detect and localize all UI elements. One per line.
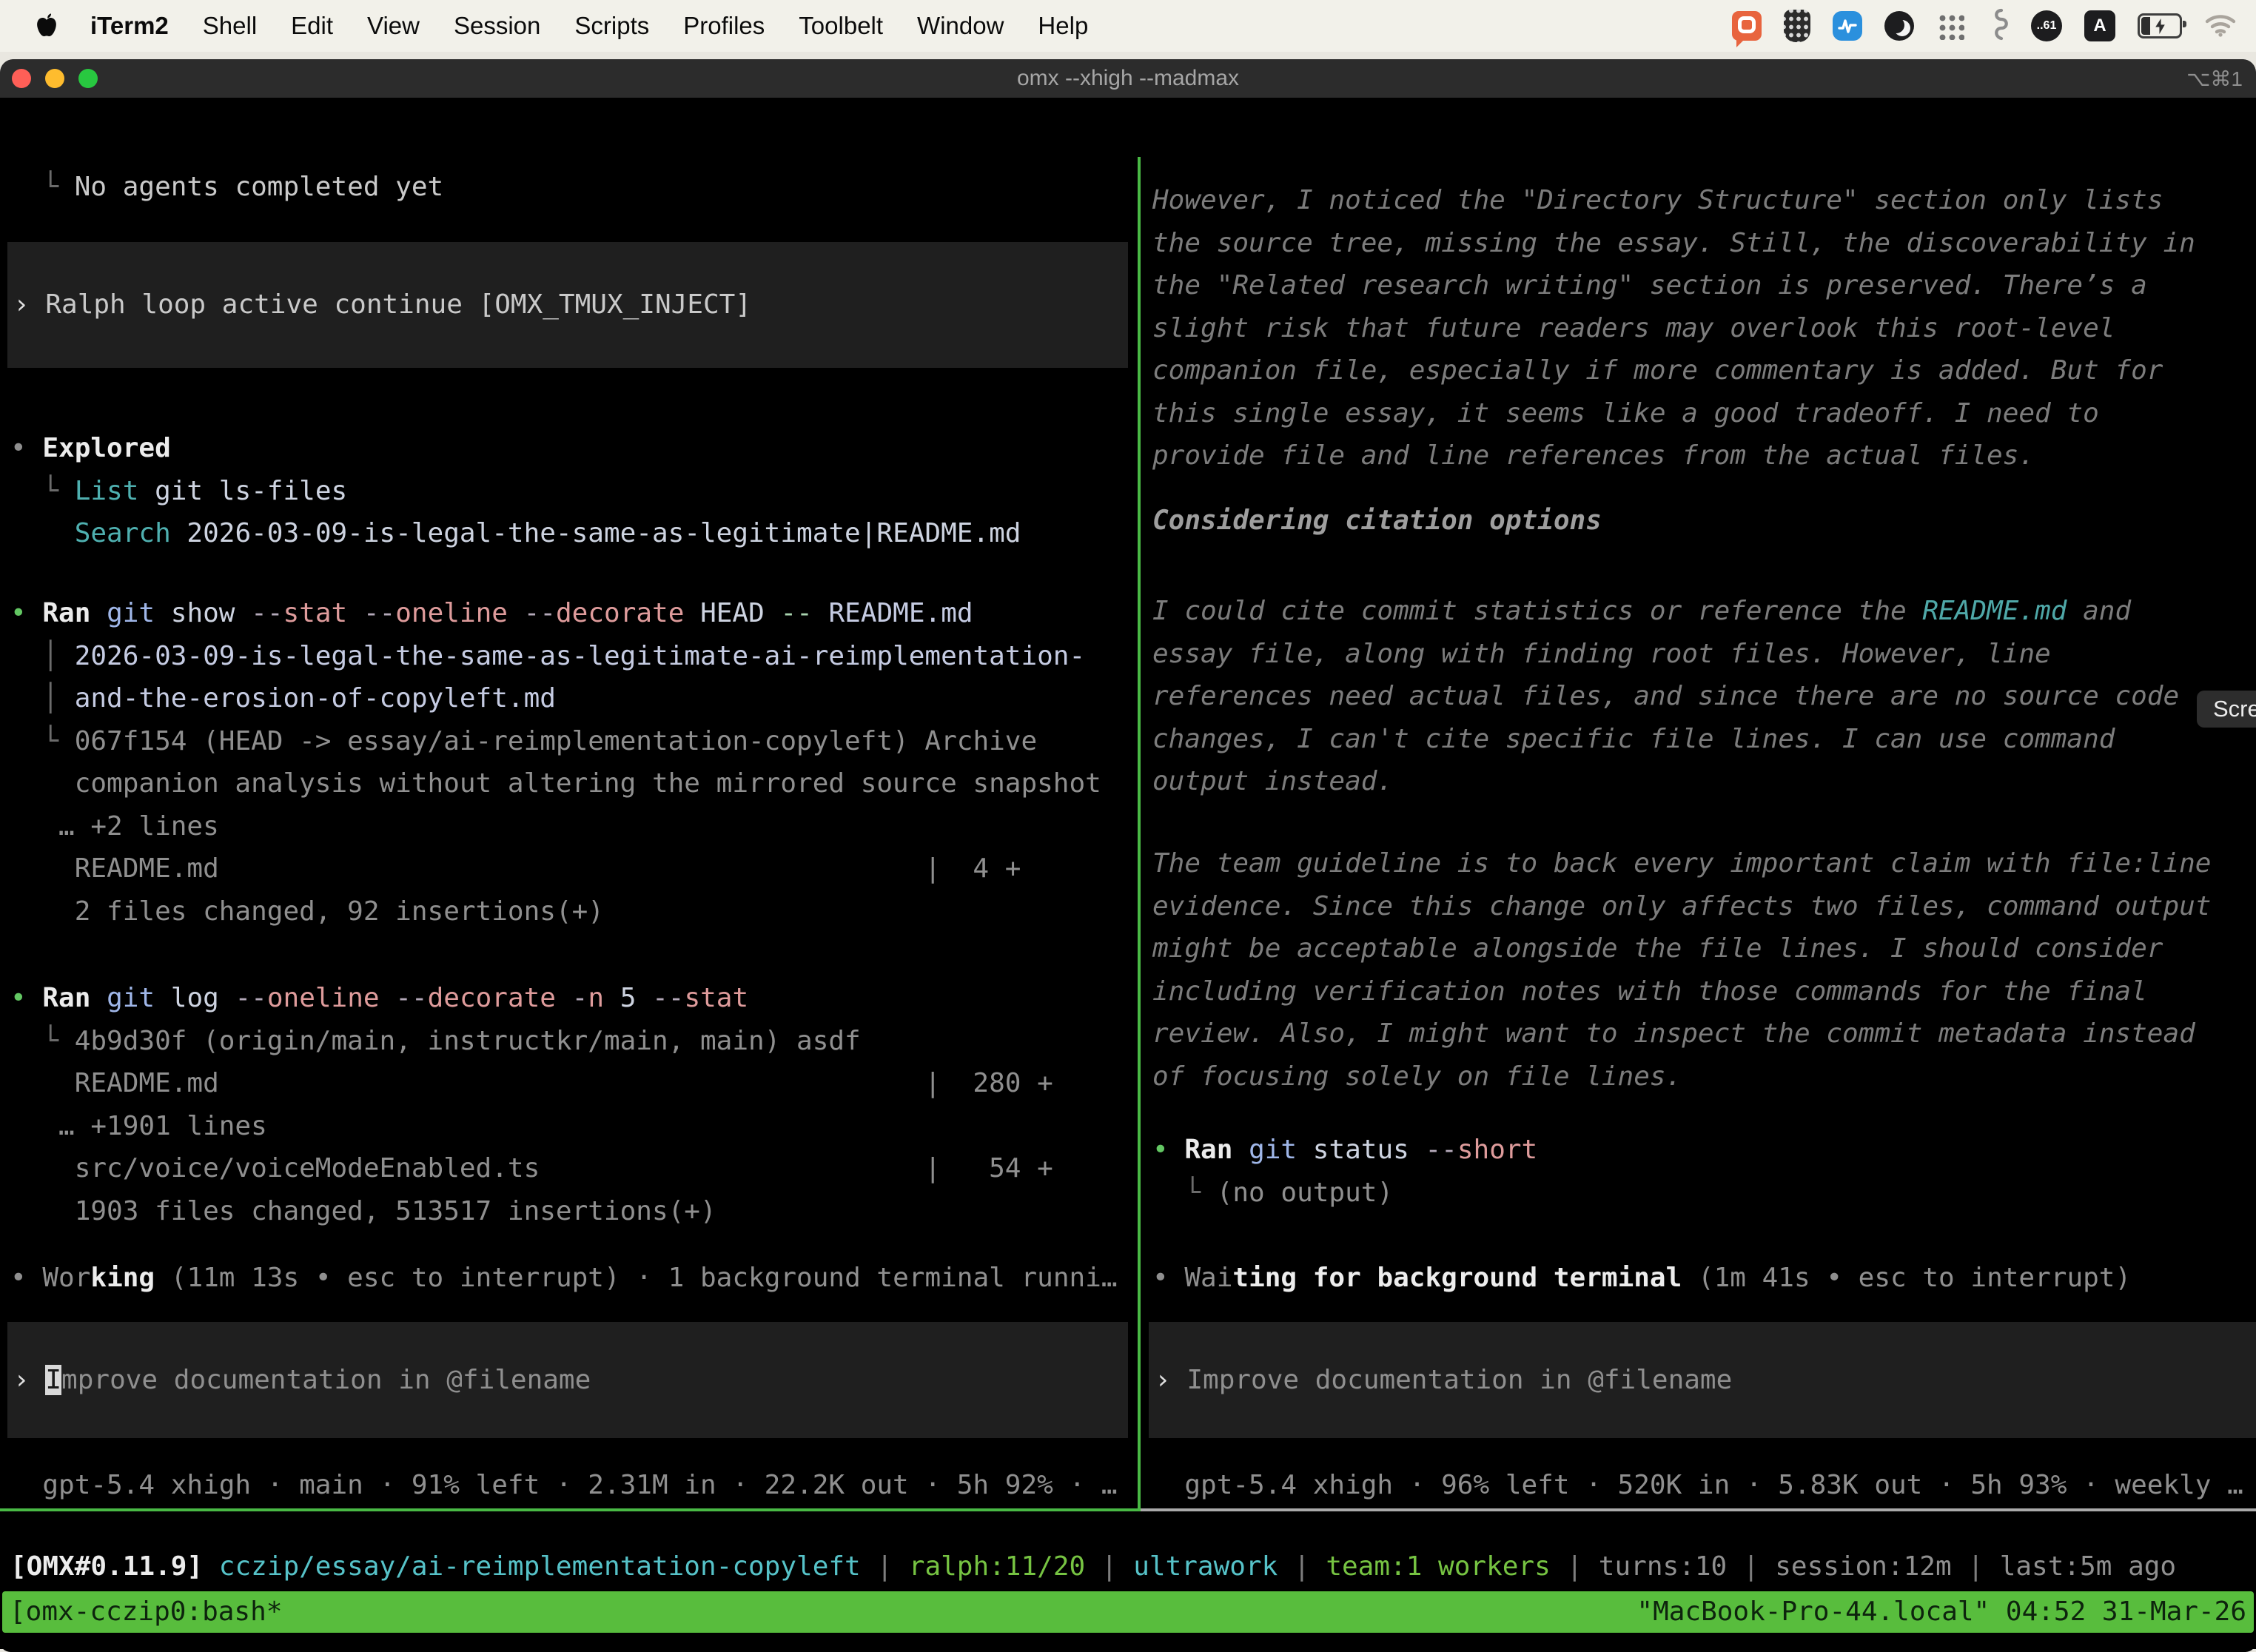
terminal-line: essay file, along with finding root file… bbox=[1152, 633, 2179, 676]
menu-item-scripts[interactable]: Scripts bbox=[574, 12, 649, 40]
terminal-line: └ List git ls-files bbox=[10, 470, 1021, 513]
terminal-line: However, I noticed the "Directory Struct… bbox=[1152, 179, 2195, 222]
terminal-line: • Working (11m 13s • esc to interrupt) ·… bbox=[10, 1257, 1118, 1300]
menu-item-toolbelt[interactable]: Toolbelt bbox=[799, 12, 883, 40]
terminal-line: • Ran git status --short bbox=[1152, 1129, 1537, 1172]
apple-menu-icon[interactable] bbox=[36, 13, 58, 38]
prompt-input-right[interactable]: › Improve documentation in @filename bbox=[1149, 1322, 2256, 1438]
terminal-line: └ (no output) bbox=[1152, 1172, 1537, 1215]
terminal-line: changes, I can't cite specific file line… bbox=[1152, 718, 2179, 761]
terminal-line: this single essay, it seems like a good … bbox=[1152, 392, 2195, 435]
wifi-icon[interactable] bbox=[2204, 12, 2237, 41]
terminal-line: gpt-5.4 xhigh · 96% left · 520K in · 5.8… bbox=[1152, 1464, 2243, 1507]
menu-item-view[interactable]: View bbox=[367, 12, 420, 40]
dots-grid-icon[interactable] bbox=[1936, 12, 1964, 40]
tmux-status-bar: [omx-cczip0:bash* "MacBook-Pro-44.local"… bbox=[2, 1591, 2254, 1633]
menu-item-help[interactable]: Help bbox=[1038, 12, 1088, 40]
moon-focus-icon[interactable] bbox=[1884, 11, 1914, 41]
thinking-paragraph-2: I could cite commit statistics or refere… bbox=[1152, 590, 2179, 803]
menu-status-icons: ..61 A bbox=[1732, 7, 2256, 45]
menu-item-profiles[interactable]: Profiles bbox=[683, 12, 765, 40]
terminal-line: 2 files changed, 92 insertions(+) bbox=[10, 890, 1101, 933]
iterm-window: omx --xhigh --madmax ⌥⌘1 └ No agents com… bbox=[0, 59, 2256, 1652]
terminal-line: … +1901 lines bbox=[10, 1105, 1053, 1148]
terminal-line: I could cite commit statistics or refere… bbox=[1152, 590, 2179, 633]
terminal-line: [OMX#0.11.9] cczip/essay/ai-reimplementa… bbox=[10, 1545, 2176, 1588]
chat-icon[interactable] bbox=[1732, 11, 1762, 41]
terminal-pane-right[interactable]: However, I noticed the "Directory Struct… bbox=[1141, 157, 2256, 1508]
shield-keyboard-icon[interactable] bbox=[1784, 10, 1810, 42]
menu-items: iTerm2 Shell Edit View Session Scripts Profile… bbox=[90, 12, 1088, 40]
git-show-block: • Ran git show --stat --oneline --decora… bbox=[10, 592, 1101, 933]
model-status-right: gpt-5.4 xhigh · 96% left · 520K in · 5.8… bbox=[1152, 1464, 2243, 1507]
terminal-line: └ 4b9d30f (origin/main, instructkr/main,… bbox=[10, 1020, 1053, 1063]
compass-icon[interactable] bbox=[1833, 11, 1862, 41]
terminal-line: references need actual files, and since … bbox=[1152, 675, 2179, 718]
terminal-line: companion analysis without altering the … bbox=[10, 762, 1101, 805]
git-log-block: • Ran git log --oneline --decorate -n 5 … bbox=[10, 977, 1053, 1232]
battery-icon[interactable] bbox=[2138, 13, 2182, 38]
terminal-line: • Ran git log --oneline --decorate -n 5 … bbox=[10, 977, 1053, 1020]
explored-block: • Explored └ List git ls-files Search 20… bbox=[10, 427, 1021, 555]
terminal-line: │ 2026-03-09-is-legal-the-same-as-legiti… bbox=[10, 635, 1101, 678]
terminal-line: 1903 files changed, 513517 insertions(+) bbox=[10, 1190, 1053, 1233]
terminal-line: evidence. Since this change only affects… bbox=[1152, 885, 2211, 928]
battery-percent-badge[interactable]: ..61 bbox=[2031, 10, 2062, 41]
terminal-line: › Ralph loop active continue [OMX_TMUX_I… bbox=[13, 283, 751, 326]
terminal-line: └ No agents completed yet bbox=[10, 166, 443, 209]
terminal-line: review. Also, I might want to inspect th… bbox=[1152, 1013, 2211, 1055]
terminal-line: … +2 lines bbox=[10, 805, 1101, 848]
tmux-host-clock: "MacBook-Pro-44.local" 04:52 31-Mar-26 bbox=[1636, 1591, 2246, 1633]
terminal-line: Considering citation options bbox=[1152, 500, 1602, 543]
screen-recording-tooltip: Scre bbox=[2197, 691, 2256, 728]
terminal-line: the source tree, missing the essay. Stil… bbox=[1152, 222, 2195, 265]
terminal-line: the "Related research writing" section i… bbox=[1152, 264, 2195, 307]
terminal-line: src/voice/voiceModeEnabled.ts | 54 + bbox=[10, 1147, 1053, 1190]
terminal-line: companion file, especially if more comme… bbox=[1152, 349, 2195, 392]
thinking-heading: Considering citation options bbox=[1152, 500, 1602, 543]
menu-item-edit[interactable]: Edit bbox=[291, 12, 333, 40]
terminal-line: README.md | 4 + bbox=[10, 847, 1101, 890]
model-status-left: gpt-5.4 xhigh · main · 91% left · 2.31M … bbox=[10, 1464, 1118, 1507]
thinking-paragraph-1: However, I noticed the "Directory Struct… bbox=[1152, 179, 2195, 477]
terminal-line: › Improve documentation in @filename bbox=[13, 1359, 591, 1402]
terminal-line: might be acceptable alongside the file l… bbox=[1152, 927, 2211, 970]
prompt-input-left[interactable]: › Improve documentation in @filename bbox=[7, 1322, 1128, 1438]
menu-item-session[interactable]: Session bbox=[454, 12, 540, 40]
terminal-line: › Improve documentation in @filename bbox=[1155, 1359, 1732, 1402]
terminal-line: The team guideline is to back every impo… bbox=[1152, 842, 2211, 885]
terminal-line: • Waiting for background terminal (1m 41… bbox=[1152, 1257, 2131, 1300]
window-titlebar: omx --xhigh --madmax ⌥⌘1 bbox=[0, 59, 2256, 98]
menu-item-window[interactable]: Window bbox=[917, 12, 1004, 40]
waiting-status-line: • Waiting for background terminal (1m 41… bbox=[1152, 1257, 2131, 1300]
terminal-line: └ 067f154 (HEAD -> essay/ai-reimplementa… bbox=[10, 720, 1101, 763]
git-status-block: • Ran git status --short └ (no output) bbox=[1152, 1129, 1537, 1214]
thinking-paragraph-3: The team guideline is to back every impo… bbox=[1152, 842, 2211, 1098]
terminal-line: README.md | 280 + bbox=[10, 1062, 1053, 1105]
ralph-inject-box[interactable]: › Ralph loop active continue [OMX_TMUX_I… bbox=[7, 242, 1128, 368]
menu-bar: iTerm2 Shell Edit View Session Scripts Profile… bbox=[0, 0, 2256, 52]
terminal-pane-left[interactable]: └ No agents completed yet › Ralph loop a… bbox=[0, 157, 1138, 1508]
terminal-line: │ and-the-erosion-of-copyleft.md bbox=[10, 677, 1101, 720]
menu-item-shell[interactable]: Shell bbox=[203, 12, 257, 40]
agents-note: └ No agents completed yet bbox=[10, 166, 443, 209]
window-title: omx --xhigh --madmax bbox=[0, 66, 2256, 91]
terminal-line: provide file and line references from th… bbox=[1152, 434, 2195, 477]
terminal-line: • Explored bbox=[10, 427, 1021, 470]
working-status-line: • Working (11m 13s • esc to interrupt) ·… bbox=[10, 1257, 1118, 1300]
tmux-session-name: [omx-cczip0:bash* bbox=[10, 1591, 282, 1633]
terminal-line: output instead. bbox=[1152, 760, 2179, 803]
terminal-line: • Ran git show --stat --oneline --decora… bbox=[10, 592, 1101, 635]
terminal-line: of focusing solely on file lines. bbox=[1152, 1055, 2211, 1098]
squiggle-icon[interactable] bbox=[1987, 7, 2009, 45]
pane-divider-vertical[interactable] bbox=[1138, 157, 1141, 1508]
terminal-line: including verification notes with those … bbox=[1152, 970, 2211, 1013]
omx-status-bar: [OMX#0.11.9] cczip/essay/ai-reimplementa… bbox=[10, 1545, 2176, 1588]
input-source-icon[interactable]: A bbox=[2084, 10, 2115, 41]
menu-item-iterm2[interactable]: iTerm2 bbox=[90, 12, 169, 40]
terminal-line: slight risk that future readers may over… bbox=[1152, 307, 2195, 350]
window-shortcut-badge: ⌥⌘1 bbox=[2186, 67, 2243, 91]
terminal-line: Search 2026-03-09-is-legal-the-same-as-l… bbox=[10, 512, 1021, 555]
terminal-line: gpt-5.4 xhigh · main · 91% left · 2.31M … bbox=[10, 1464, 1118, 1507]
